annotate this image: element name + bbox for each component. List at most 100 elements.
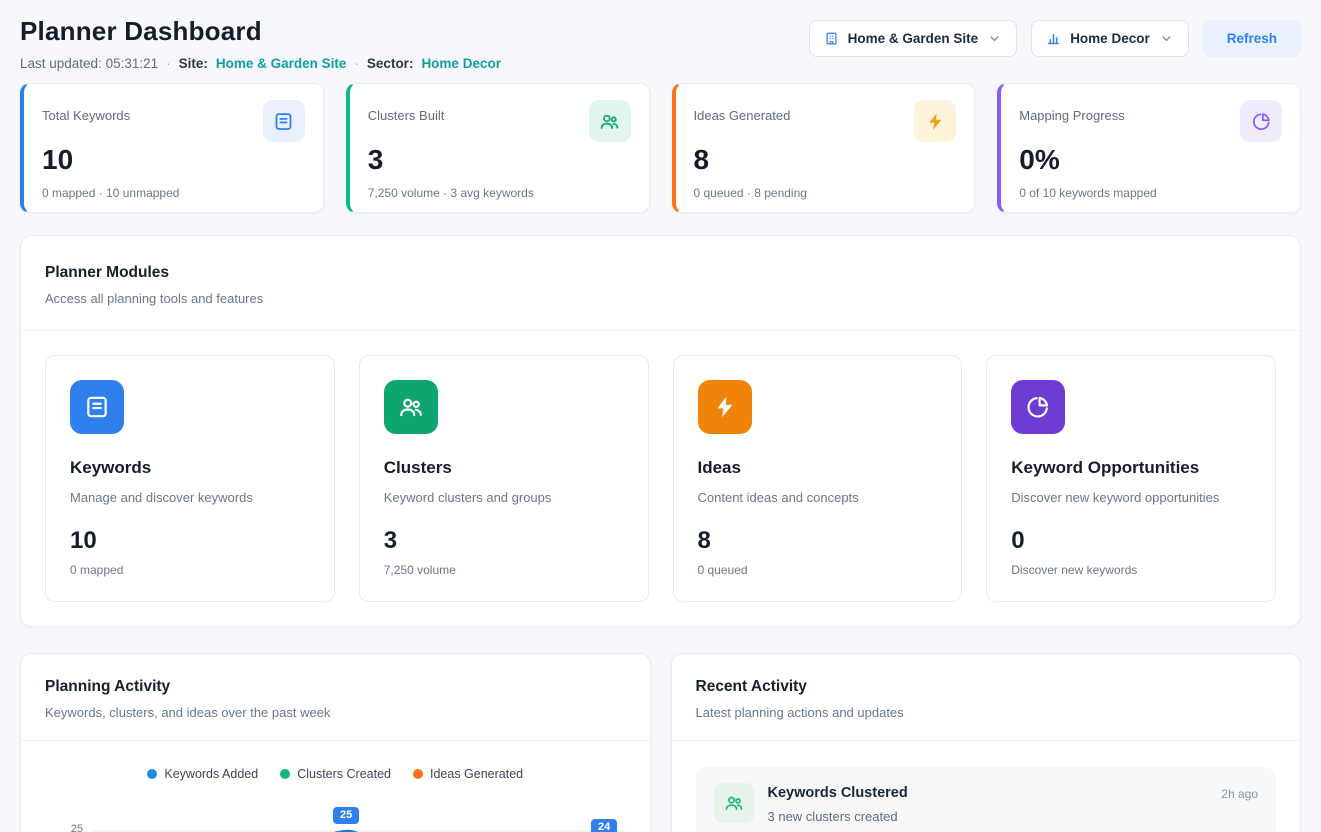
stat-label: Mapping Progress	[1019, 100, 1125, 123]
panel-subtitle: Keywords, clusters, and ideas over the p…	[45, 705, 626, 720]
sector-dropdown-label: Home Decor	[1070, 31, 1150, 46]
module-title: Keyword Opportunities	[1011, 458, 1251, 478]
site-dropdown[interactable]: Home & Garden Site	[809, 20, 1018, 57]
legend-label: Ideas Generated	[430, 767, 523, 781]
module-description: Discover new keyword opportunities	[1011, 490, 1251, 505]
meta-line: Last updated: 05:31:21 · Site: Home & Ga…	[20, 56, 501, 71]
legend-label: Keywords Added	[164, 767, 258, 781]
chart-legend: Keywords Added Clusters Created Ideas Ge…	[45, 767, 626, 781]
legend-dot	[147, 769, 157, 779]
sector-dropdown[interactable]: Home Decor	[1031, 20, 1189, 57]
site-dropdown-label: Home & Garden Site	[848, 31, 979, 46]
module-title: Ideas	[698, 458, 938, 478]
stat-subtext: 0 of 10 keywords mapped	[1019, 186, 1282, 200]
module-subtext: 0 queued	[698, 563, 938, 577]
panel-title: Recent Activity	[696, 678, 1277, 696]
stat-value: 8	[694, 144, 957, 176]
panel-title: Planning Activity	[45, 678, 626, 696]
module-title: Keywords	[70, 458, 310, 478]
stat-subtext: 7,250 volume · 3 avg keywords	[368, 186, 631, 200]
stat-label: Total Keywords	[42, 100, 130, 123]
module-card-ideas[interactable]: Ideas Content ideas and concepts 8 0 que…	[673, 355, 963, 602]
activity-area-chart: 25 25 24	[45, 801, 626, 832]
page-title: Planner Dashboard	[20, 16, 501, 47]
module-card-keywords[interactable]: Keywords Manage and discover keywords 10…	[45, 355, 335, 602]
modules-grid: Keywords Manage and discover keywords 10…	[21, 331, 1300, 626]
site-link[interactable]: Home & Garden Site	[216, 56, 347, 71]
legend-item-clusters-created: Clusters Created	[280, 767, 391, 781]
module-card-clusters[interactable]: Clusters Keyword clusters and groups 3 7…	[359, 355, 649, 602]
activity-list: Keywords Clustered 3 new clusters create…	[672, 741, 1301, 832]
panel-subtitle: Latest planning actions and updates	[696, 705, 1277, 720]
planner-modules-panel: Planner Modules Access all planning tool…	[20, 235, 1301, 627]
bolt-icon	[914, 100, 956, 142]
chevron-down-icon	[1159, 31, 1174, 46]
panel-title: Planner Modules	[45, 264, 1276, 282]
module-subtext: 7,250 volume	[384, 563, 624, 577]
stat-label: Clusters Built	[368, 100, 445, 123]
module-card-keyword-opportunities[interactable]: Keyword Opportunities Discover new keywo…	[986, 355, 1276, 602]
module-value: 10	[70, 527, 310, 555]
module-value: 8	[698, 527, 938, 555]
data-point-label: 24	[591, 819, 617, 832]
recent-activity-panel: Recent Activity Latest planning actions …	[671, 653, 1302, 832]
legend-dot	[413, 769, 423, 779]
panel-header: Recent Activity Latest planning actions …	[672, 654, 1301, 741]
legend-item-keywords-added: Keywords Added	[147, 767, 258, 781]
module-title: Clusters	[384, 458, 624, 478]
site-label: Site:	[179, 56, 208, 71]
pie-chart-icon	[1011, 380, 1065, 434]
top-bar: Planner Dashboard Last updated: 05:31:21…	[20, 16, 1301, 71]
module-description: Manage and discover keywords	[70, 490, 310, 505]
module-description: Content ideas and concepts	[698, 490, 938, 505]
activity-text: Keywords Clustered 3 new clusters create…	[768, 783, 1208, 824]
bar-chart-icon	[1046, 31, 1061, 46]
legend-dot	[280, 769, 290, 779]
legend-item-ideas-generated: Ideas Generated	[413, 767, 523, 781]
users-icon	[384, 380, 438, 434]
panel-header: Planning Activity Keywords, clusters, an…	[21, 654, 650, 741]
module-subtext: 0 mapped	[70, 563, 310, 577]
stat-card-total-keywords: Total Keywords 10 0 mapped · 10 unmapped	[20, 83, 324, 213]
separator-dot: ·	[166, 56, 171, 71]
bottom-panels: Planning Activity Keywords, clusters, an…	[20, 653, 1301, 832]
activity-item: Keywords Clustered 3 new clusters create…	[696, 767, 1277, 832]
data-point-label: 25	[333, 807, 359, 824]
y-axis-tick: 25	[55, 823, 83, 832]
stat-value: 0%	[1019, 144, 1282, 176]
users-icon	[589, 100, 631, 142]
stat-cards-row: Total Keywords 10 0 mapped · 10 unmapped…	[20, 83, 1301, 213]
header-actions: Home & Garden Site Home Decor Refresh	[809, 20, 1301, 57]
planning-activity-panel: Planning Activity Keywords, clusters, an…	[20, 653, 651, 832]
bolt-icon	[698, 380, 752, 434]
panel-subtitle: Access all planning tools and features	[45, 291, 1276, 306]
last-updated-text: Last updated: 05:31:21	[20, 56, 158, 71]
building-icon	[824, 31, 839, 46]
stat-card-mapping-progress: Mapping Progress 0% 0 of 10 keywords map…	[997, 83, 1301, 213]
panel-header: Planner Modules Access all planning tool…	[21, 236, 1300, 331]
refresh-button[interactable]: Refresh	[1203, 20, 1301, 57]
module-value: 3	[384, 527, 624, 555]
stat-subtext: 0 mapped · 10 unmapped	[42, 186, 305, 200]
legend-label: Clusters Created	[297, 767, 391, 781]
activity-title: Keywords Clustered	[768, 783, 1208, 801]
activity-description: 3 new clusters created	[768, 809, 1208, 824]
stat-card-ideas-generated: Ideas Generated 8 0 queued · 8 pending	[672, 83, 976, 213]
sector-label: Sector:	[367, 56, 414, 71]
stat-value: 3	[368, 144, 631, 176]
module-description: Keyword clusters and groups	[384, 490, 624, 505]
separator-dot: ·	[354, 56, 359, 71]
document-icon	[263, 100, 305, 142]
stat-card-clusters-built: Clusters Built 3 7,250 volume · 3 avg ke…	[346, 83, 650, 213]
sector-link[interactable]: Home Decor	[421, 56, 501, 71]
chevron-down-icon	[987, 31, 1002, 46]
planner-dashboard-page: Planner Dashboard Last updated: 05:31:21…	[0, 0, 1321, 832]
stat-label: Ideas Generated	[694, 100, 791, 123]
chart-body: Keywords Added Clusters Created Ideas Ge…	[21, 741, 650, 832]
document-icon	[70, 380, 124, 434]
activity-timestamp: 2h ago	[1221, 783, 1258, 801]
title-block: Planner Dashboard Last updated: 05:31:21…	[20, 16, 501, 71]
stat-subtext: 0 queued · 8 pending	[694, 186, 957, 200]
module-value: 0	[1011, 527, 1251, 555]
users-icon	[714, 783, 754, 823]
